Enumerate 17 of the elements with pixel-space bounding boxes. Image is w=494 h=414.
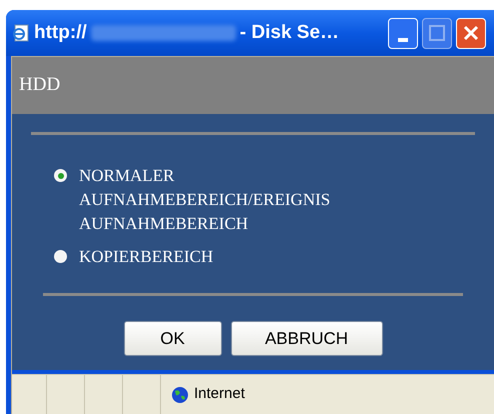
close-button[interactable] <box>456 18 486 48</box>
window-title: http:// <box>34 20 87 45</box>
option-label: KOPIERBEREICH <box>79 246 214 268</box>
option-label: NORMALER AUFNAHMEBEREICH/EREIGNIS AUFNAHMEBEREICH <box>79 165 332 235</box>
cancel-button[interactable]: ABBRUCH <box>230 321 382 356</box>
zone-label: Internet <box>194 384 245 404</box>
minimize-button[interactable] <box>388 18 418 48</box>
ok-button[interactable]: OK <box>124 321 222 356</box>
close-icon <box>463 25 479 41</box>
window-title: - Disk Se… <box>240 20 340 45</box>
page-icon <box>12 24 30 42</box>
globe-icon <box>171 386 189 404</box>
radio-button[interactable] <box>54 169 67 182</box>
radio-button[interactable] <box>54 250 67 263</box>
minimize-icon <box>398 38 408 42</box>
section-title: HDD <box>19 73 60 98</box>
maximize-icon <box>429 25 445 41</box>
